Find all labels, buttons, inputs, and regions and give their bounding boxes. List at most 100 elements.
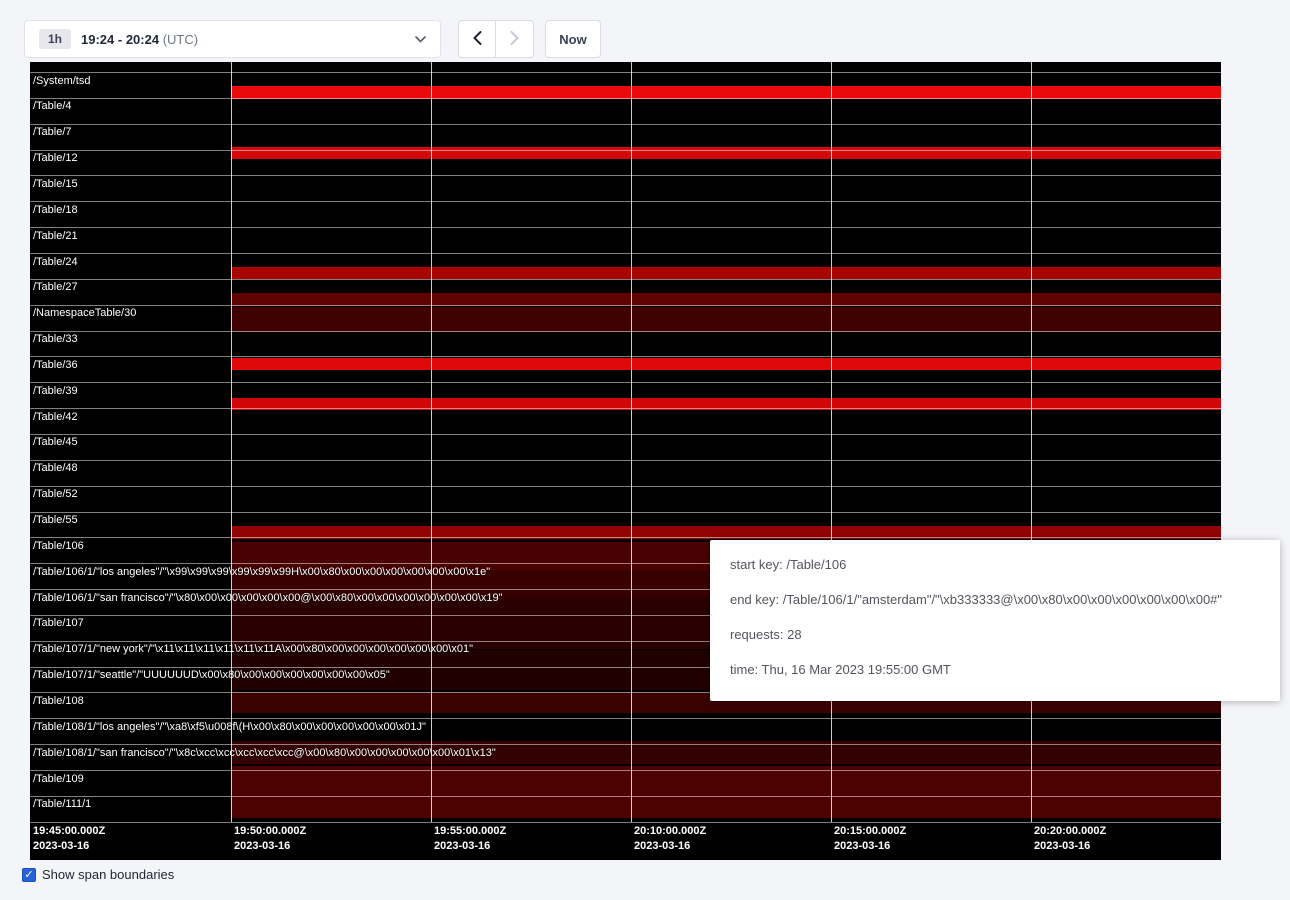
prev-time-button[interactable]	[458, 20, 496, 58]
row-label: /Table/111/1	[33, 798, 91, 811]
time-gridline	[831, 62, 832, 822]
tooltip-start-key: start key: /Table/106	[730, 557, 1260, 572]
time-axis-label: 19:55:00.000Z2023-03-16	[434, 824, 506, 854]
chevron-down-icon	[415, 36, 426, 43]
row-label: /Table/12	[33, 152, 78, 165]
row-label: /Table/39	[33, 385, 78, 398]
time-axis-label: 20:20:00.000Z2023-03-16	[1034, 824, 1106, 854]
time-range-text: 19:24 - 20:24 (UTC)	[81, 32, 198, 47]
row-label: /Table/106	[33, 540, 84, 553]
span-boundary-line	[30, 537, 1221, 538]
hover-tooltip: start key: /Table/106 end key: /Table/10…	[710, 540, 1280, 701]
duration-badge: 1h	[39, 29, 71, 49]
row-label: /Table/24	[33, 256, 78, 269]
time-axis-date: 2023-03-16	[834, 839, 906, 854]
row-label: /Table/27	[33, 281, 78, 294]
time-axis-date: 2023-03-16	[234, 839, 306, 854]
span-boundary-line	[30, 227, 1221, 228]
timezone-label: (UTC)	[163, 32, 198, 47]
tooltip-time: time: Thu, 16 Mar 2023 19:55:00 GMT	[730, 662, 1260, 677]
row-label: /Table/52	[33, 488, 78, 501]
row-label: /Table/36	[33, 359, 78, 372]
row-label: /Table/108	[33, 695, 84, 708]
row-label: /Table/108/1/"san francisco"/"\x8c\xcc\x…	[33, 747, 496, 760]
span-boundary-line	[30, 770, 1221, 771]
time-axis-time: 19:50:00.000Z	[234, 824, 306, 839]
time-axis-date: 2023-03-16	[634, 839, 706, 854]
heatmap-band	[231, 358, 1221, 370]
span-boundary-line	[30, 150, 1221, 151]
span-boundary-line	[30, 382, 1221, 383]
show-span-boundaries-checkbox[interactable]: ✓	[22, 868, 36, 882]
tooltip-requests: requests: 28	[730, 627, 1260, 642]
span-boundary-line	[30, 744, 1221, 745]
span-boundary-line	[30, 175, 1221, 176]
row-label: /Table/106/1/"los angeles"/"\x99\x99\x99…	[33, 566, 490, 579]
span-boundary-line	[30, 279, 1221, 280]
heatmap-band	[231, 307, 1221, 332]
row-label: /System/tsd	[33, 75, 90, 88]
row-label: /Table/15	[33, 178, 78, 191]
row-label: /Table/42	[33, 411, 78, 424]
row-label: /Table/55	[33, 514, 78, 527]
heatmap-band	[231, 766, 1221, 818]
span-boundary-line	[30, 305, 1221, 306]
now-button[interactable]: Now	[545, 20, 601, 58]
span-boundary-line	[30, 460, 1221, 461]
time-axis-date: 2023-03-16	[434, 839, 506, 854]
next-time-button[interactable]	[496, 20, 534, 58]
chevron-left-icon	[473, 31, 482, 48]
check-icon: ✓	[24, 869, 33, 881]
time-nav-group	[458, 20, 534, 58]
time-axis-label: 20:10:00.000Z2023-03-16	[634, 824, 706, 854]
row-label: /Table/18	[33, 204, 78, 217]
time-axis-date: 2023-03-16	[33, 839, 105, 854]
footer: ✓ Show span boundaries	[22, 867, 174, 882]
row-label: /Table/106/1/"san francisco"/"\x80\x00\x…	[33, 592, 503, 605]
show-span-boundaries-label: Show span boundaries	[42, 867, 174, 882]
row-label: /NamespaceTable/30	[33, 307, 136, 320]
row-label: /Table/7	[33, 126, 72, 139]
row-label: /Table/107/1/"seattle"/"UUUUUUD\x00\x80\…	[33, 669, 390, 682]
time-axis-time: 19:55:00.000Z	[434, 824, 506, 839]
row-label: /Table/33	[33, 333, 78, 346]
span-boundary-line	[30, 718, 1221, 719]
span-boundary-line	[30, 98, 1221, 99]
time-axis-label: 20:15:00.000Z2023-03-16	[834, 824, 906, 854]
row-label: /Table/107	[33, 617, 84, 630]
row-label: /Table/109	[33, 773, 84, 786]
time-axis-date: 2023-03-16	[1034, 839, 1106, 854]
span-boundary-line	[30, 331, 1221, 332]
time-gridline	[1031, 62, 1032, 822]
heatmap-band	[231, 267, 1221, 279]
chevron-right-icon	[510, 31, 519, 48]
time-axis-time: 20:10:00.000Z	[634, 824, 706, 839]
row-label: /Table/108/1/"los angeles"/"\xa8\xf5\u00…	[33, 721, 426, 734]
time-gridline	[231, 62, 232, 822]
span-boundary-line	[30, 822, 1221, 823]
span-boundary-line	[30, 124, 1221, 125]
span-boundary-line	[30, 434, 1221, 435]
span-boundary-line	[30, 512, 1221, 513]
time-range-selector[interactable]: 1h 19:24 - 20:24 (UTC)	[24, 20, 441, 58]
time-axis-label: 19:50:00.000Z2023-03-16	[234, 824, 306, 854]
key-visualizer-canvas[interactable]: /System/tsd/Table/4/Table/7/Table/12/Tab…	[30, 62, 1221, 860]
time-axis-time: 20:20:00.000Z	[1034, 824, 1106, 839]
row-label: /Table/107/1/"new york"/"\x11\x11\x11\x1…	[33, 643, 473, 656]
time-gridline	[431, 62, 432, 822]
span-boundary-line	[30, 253, 1221, 254]
span-boundary-line	[30, 356, 1221, 357]
row-label: /Table/48	[33, 462, 78, 475]
tooltip-end-key: end key: /Table/106/1/"amsterdam"/"\xb33…	[730, 592, 1260, 607]
time-axis-label: 19:45:00.000Z2023-03-16	[33, 824, 105, 854]
time-range-value: 19:24 - 20:24	[81, 32, 159, 47]
span-boundary-line	[30, 72, 1221, 73]
row-label: /Table/21	[33, 230, 78, 243]
span-boundary-line	[30, 408, 1221, 409]
time-axis-time: 20:15:00.000Z	[834, 824, 906, 839]
row-label: /Table/4	[33, 100, 72, 113]
time-axis-time: 19:45:00.000Z	[33, 824, 105, 839]
span-boundary-line	[30, 201, 1221, 202]
time-gridline	[631, 62, 632, 822]
row-label: /Table/45	[33, 436, 78, 449]
